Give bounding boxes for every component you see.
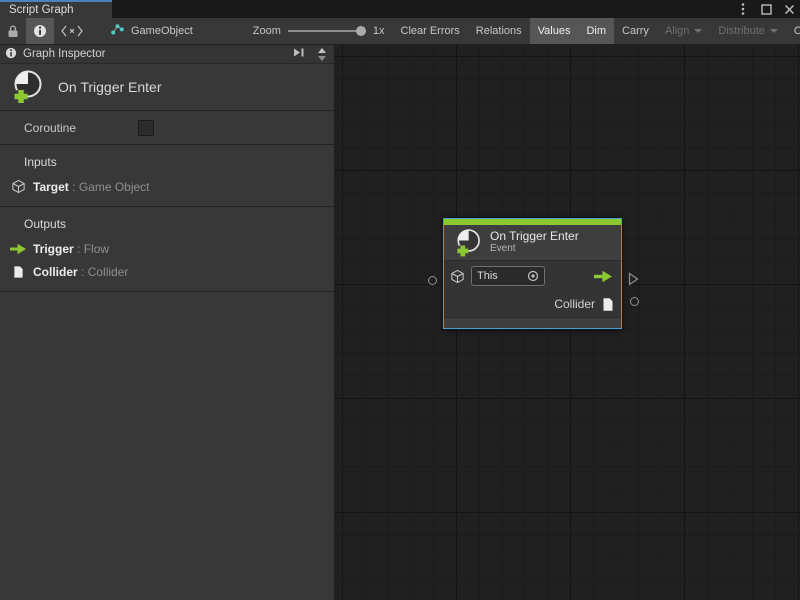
align-dropdown[interactable]: Align: [657, 18, 710, 44]
zoom-slider[interactable]: [288, 26, 366, 36]
window-menu-icon[interactable]: [736, 2, 750, 16]
node-title: On Trigger Enter: [490, 230, 579, 243]
input-port-target[interactable]: [428, 276, 437, 285]
coroutine-row: Coroutine: [0, 111, 334, 145]
distribute-label: Distribute: [718, 25, 764, 37]
code-brackets-icon[interactable]: [54, 18, 90, 44]
script-graph-asset-icon: [110, 23, 125, 39]
breadcrumb-label: GameObject: [131, 25, 193, 37]
node-footer: [444, 317, 621, 328]
values-button[interactable]: Values: [530, 18, 579, 44]
dock-panel-icon[interactable]: [292, 47, 306, 61]
tab-script-graph[interactable]: Script Graph: [0, 0, 112, 18]
port-name: Target: [33, 180, 69, 194]
unit-title: On Trigger Enter: [58, 79, 162, 95]
event-unit-icon: [8, 69, 44, 105]
node-header[interactable]: On Trigger Enter Event: [444, 225, 621, 261]
window-controls: [736, 0, 796, 18]
graph-toolbar: GameObject Zoom 1x Clear Errors Relation…: [0, 18, 800, 45]
port-type: : Game Object: [69, 180, 150, 194]
flow-arrow-icon: [594, 270, 613, 283]
node-subtitle: Event: [490, 243, 579, 255]
dim-button[interactable]: Dim: [578, 18, 614, 44]
graph-inspector-header: Graph Inspector: [0, 45, 334, 64]
graph-inspector-panel: Graph Inspector On Trigger Enter Corouti…: [0, 45, 335, 600]
node-output-row: Collider: [444, 291, 621, 317]
distribute-dropdown[interactable]: Distribute: [710, 18, 785, 44]
overview-button[interactable]: Overview: [786, 18, 800, 44]
coroutine-label: Coroutine: [24, 121, 76, 135]
align-label: Align: [665, 25, 689, 37]
zoom-label: Zoom: [253, 25, 281, 37]
unity-script-graph-window: Script Graph: [0, 0, 800, 600]
port-type: : Collider: [78, 265, 129, 279]
output-port-collider[interactable]: [630, 297, 639, 306]
inputs-section: Inputs Target : Game Object: [0, 145, 334, 207]
document-icon: [602, 297, 614, 312]
output-row-trigger: Trigger : Flow: [0, 237, 334, 260]
object-picker-icon[interactable]: [527, 270, 539, 282]
collider-output-label: Collider: [554, 297, 595, 311]
on-trigger-enter-node[interactable]: On Trigger Enter Event This: [443, 218, 622, 329]
port-name: Trigger: [33, 242, 74, 256]
clear-errors-button[interactable]: Clear Errors: [393, 18, 468, 44]
port-name: Collider: [33, 265, 78, 279]
relations-button[interactable]: Relations: [468, 18, 530, 44]
carry-button[interactable]: Carry: [614, 18, 657, 44]
info-icon: [5, 47, 17, 62]
tab-bar: Script Graph: [0, 0, 800, 18]
panel-scroll-spinner[interactable]: [318, 48, 329, 61]
cube-icon: [450, 269, 465, 284]
outputs-header: Outputs: [0, 215, 334, 237]
zoom-value: 1x: [373, 25, 385, 37]
lock-icon[interactable]: [0, 18, 26, 44]
flow-arrow-icon: [8, 243, 28, 255]
document-icon: [8, 265, 28, 279]
inspector-toggle-info-icon[interactable]: [26, 18, 54, 44]
coroutine-checkbox[interactable]: [138, 120, 154, 136]
output-row-collider: Collider : Collider: [0, 260, 334, 283]
chevron-down-icon: [770, 29, 778, 33]
node-input-row: This: [444, 261, 621, 291]
window-close-icon[interactable]: [782, 2, 796, 16]
zoom-slider-handle[interactable]: [356, 26, 366, 36]
zoom-control: Zoom 1x: [245, 18, 393, 44]
event-node-icon: [452, 228, 482, 258]
target-value: This: [477, 270, 523, 282]
zoom-slider-track: [288, 30, 366, 32]
inputs-header: Inputs: [0, 153, 334, 175]
unit-header: On Trigger Enter: [0, 64, 334, 111]
input-row-target: Target : Game Object: [0, 175, 334, 198]
tab-label: Script Graph: [9, 4, 74, 16]
output-port-trigger[interactable]: [628, 272, 639, 291]
breadcrumb[interactable]: GameObject: [100, 18, 203, 44]
chevron-down-icon: [694, 29, 702, 33]
spinner-up-icon[interactable]: [318, 48, 326, 53]
spinner-down-icon[interactable]: [318, 56, 326, 61]
target-value-field[interactable]: This: [471, 266, 545, 286]
outputs-section: Outputs Trigger : Flow Collider : Collid…: [0, 207, 334, 292]
graph-canvas[interactable]: On Trigger Enter Event This: [335, 45, 800, 600]
port-type: : Flow: [74, 242, 109, 256]
window-maximize-icon[interactable]: [759, 2, 773, 16]
graph-inspector-title: Graph Inspector: [23, 48, 105, 60]
cube-icon: [8, 179, 28, 194]
